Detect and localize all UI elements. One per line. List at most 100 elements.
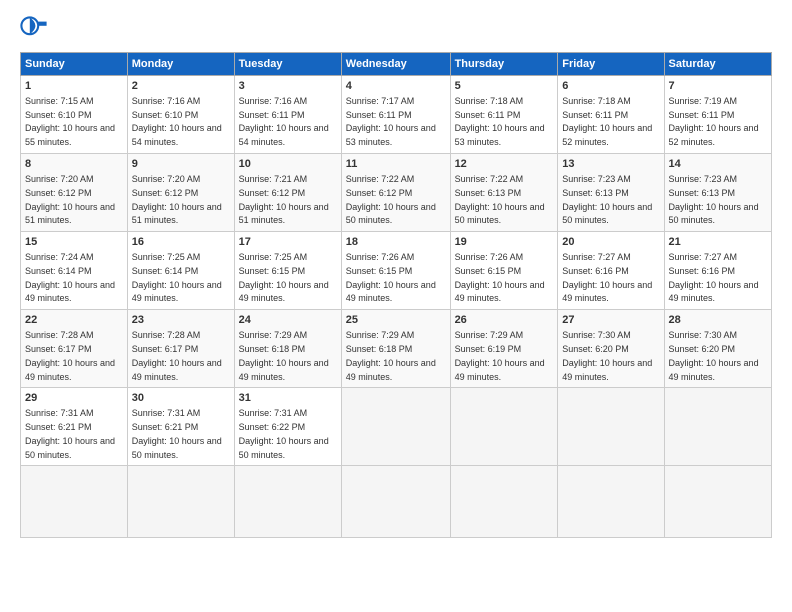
- day-info: Sunrise: 7:18 AMSunset: 6:11 PMDaylight:…: [455, 96, 545, 147]
- day-info: Sunrise: 7:19 AMSunset: 6:11 PMDaylight:…: [669, 96, 759, 147]
- day-cell-19: 19Sunrise: 7:26 AMSunset: 6:15 PMDayligh…: [450, 232, 558, 310]
- header: [20, 16, 772, 44]
- day-cell-26: 26Sunrise: 7:29 AMSunset: 6:19 PMDayligh…: [450, 310, 558, 388]
- weekday-header-monday: Monday: [127, 53, 234, 76]
- empty-cell: [450, 388, 558, 466]
- day-cell-13: 13Sunrise: 7:23 AMSunset: 6:13 PMDayligh…: [558, 154, 664, 232]
- weekday-row: SundayMondayTuesdayWednesdayThursdayFrid…: [21, 53, 772, 76]
- day-cell-1: 1Sunrise: 7:15 AMSunset: 6:10 PMDaylight…: [21, 76, 128, 154]
- day-info: Sunrise: 7:28 AMSunset: 6:17 PMDaylight:…: [25, 330, 115, 381]
- day-info: Sunrise: 7:29 AMSunset: 6:19 PMDaylight:…: [455, 330, 545, 381]
- day-info: Sunrise: 7:27 AMSunset: 6:16 PMDaylight:…: [562, 252, 652, 303]
- weekday-header-saturday: Saturday: [664, 53, 771, 76]
- day-number: 31: [239, 391, 337, 406]
- calendar-week-6: [21, 466, 772, 538]
- day-number: 29: [25, 391, 123, 406]
- day-cell-31: 31 Sunrise: 7:31 AMSunset: 6:22 PMDayligh…: [234, 388, 341, 466]
- day-info: Sunrise: 7:31 AMSunset: 6:21 PMDaylight:…: [25, 408, 115, 459]
- day-info: Sunrise: 7:20 AMSunset: 6:12 PMDaylight:…: [25, 174, 115, 225]
- day-cell-9: 9Sunrise: 7:20 AMSunset: 6:12 PMDaylight…: [127, 154, 234, 232]
- day-cell-23: 23 Sunrise: 7:28 AMSunset: 6:17 PMDayligh…: [127, 310, 234, 388]
- day-cell-7: 7 Sunrise: 7:19 AMSunset: 6:11 PMDaylight…: [664, 76, 771, 154]
- logo: [20, 16, 52, 44]
- day-cell-22: 22 Sunrise: 7:28 AMSunset: 6:17 PMDayligh…: [21, 310, 128, 388]
- day-info: Sunrise: 7:26 AMSunset: 6:15 PMDaylight:…: [346, 252, 436, 303]
- day-number: 30: [132, 391, 230, 406]
- day-cell-8: 8 Sunrise: 7:20 AMSunset: 6:12 PMDaylight…: [21, 154, 128, 232]
- empty-cell: [664, 466, 771, 538]
- day-number: 4: [346, 79, 446, 94]
- weekday-header-tuesday: Tuesday: [234, 53, 341, 76]
- day-number: 8: [25, 157, 123, 172]
- day-number: 5: [455, 79, 554, 94]
- day-number: 25: [346, 313, 446, 328]
- day-cell-30: 30 Sunrise: 7:31 AMSunset: 6:21 PMDayligh…: [127, 388, 234, 466]
- day-number: 2: [132, 79, 230, 94]
- day-number: 18: [346, 235, 446, 250]
- day-number: 3: [239, 79, 337, 94]
- day-info: Sunrise: 7:25 AMSunset: 6:15 PMDaylight:…: [239, 252, 329, 303]
- day-info: Sunrise: 7:31 AMSunset: 6:22 PMDaylight:…: [239, 408, 329, 459]
- day-number: 24: [239, 313, 337, 328]
- day-cell-18: 18 Sunrise: 7:26 AMSunset: 6:15 PMDayligh…: [341, 232, 450, 310]
- day-info: Sunrise: 7:22 AMSunset: 6:13 PMDaylight:…: [455, 174, 545, 225]
- day-cell-27: 27 Sunrise: 7:30 AMSunset: 6:20 PMDayligh…: [558, 310, 664, 388]
- day-cell-12: 12Sunrise: 7:22 AMSunset: 6:13 PMDayligh…: [450, 154, 558, 232]
- weekday-header-friday: Friday: [558, 53, 664, 76]
- day-number: 11: [346, 157, 446, 172]
- weekday-header-wednesday: Wednesday: [341, 53, 450, 76]
- day-cell-2: 2 Sunrise: 7:16 AMSunset: 6:10 PMDaylight…: [127, 76, 234, 154]
- day-cell-15: 15Sunrise: 7:24 AMSunset: 6:14 PMDayligh…: [21, 232, 128, 310]
- calendar-week-5: 29 Sunrise: 7:31 AMSunset: 6:21 PMDayligh…: [21, 388, 772, 466]
- weekday-header-thursday: Thursday: [450, 53, 558, 76]
- day-number: 6: [562, 79, 659, 94]
- day-info: Sunrise: 7:23 AMSunset: 6:13 PMDaylight:…: [562, 174, 652, 225]
- day-info: Sunrise: 7:22 AMSunset: 6:12 PMDaylight:…: [346, 174, 436, 225]
- day-info: Sunrise: 7:16 AMSunset: 6:10 PMDaylight:…: [132, 96, 222, 147]
- day-cell-3: 3Sunrise: 7:16 AMSunset: 6:11 PMDaylight…: [234, 76, 341, 154]
- day-cell-21: 21 Sunrise: 7:27 AMSunset: 6:16 PMDayligh…: [664, 232, 771, 310]
- day-number: 17: [239, 235, 337, 250]
- day-cell-29: 29 Sunrise: 7:31 AMSunset: 6:21 PMDayligh…: [21, 388, 128, 466]
- calendar-week-3: 15Sunrise: 7:24 AMSunset: 6:14 PMDayligh…: [21, 232, 772, 310]
- day-number: 9: [132, 157, 230, 172]
- weekday-header-sunday: Sunday: [21, 53, 128, 76]
- day-info: Sunrise: 7:31 AMSunset: 6:21 PMDaylight:…: [132, 408, 222, 459]
- day-info: Sunrise: 7:30 AMSunset: 6:20 PMDaylight:…: [669, 330, 759, 381]
- day-info: Sunrise: 7:27 AMSunset: 6:16 PMDaylight:…: [669, 252, 759, 303]
- day-number: 7: [669, 79, 767, 94]
- calendar-week-4: 22 Sunrise: 7:28 AMSunset: 6:17 PMDayligh…: [21, 310, 772, 388]
- logo-icon: [20, 16, 48, 44]
- day-info: Sunrise: 7:15 AMSunset: 6:10 PMDaylight:…: [25, 96, 115, 147]
- day-info: Sunrise: 7:17 AMSunset: 6:11 PMDaylight:…: [346, 96, 436, 147]
- day-info: Sunrise: 7:28 AMSunset: 6:17 PMDaylight:…: [132, 330, 222, 381]
- day-cell-16: 16Sunrise: 7:25 AMSunset: 6:14 PMDayligh…: [127, 232, 234, 310]
- day-info: Sunrise: 7:30 AMSunset: 6:20 PMDaylight:…: [562, 330, 652, 381]
- empty-cell: [234, 466, 341, 538]
- day-number: 21: [669, 235, 767, 250]
- day-cell-10: 10 Sunrise: 7:21 AMSunset: 6:12 PMDayligh…: [234, 154, 341, 232]
- empty-cell: [127, 466, 234, 538]
- day-number: 14: [669, 157, 767, 172]
- calendar-week-2: 8 Sunrise: 7:20 AMSunset: 6:12 PMDaylight…: [21, 154, 772, 232]
- day-info: Sunrise: 7:26 AMSunset: 6:15 PMDaylight:…: [455, 252, 545, 303]
- day-cell-4: 4 Sunrise: 7:17 AMSunset: 6:11 PMDaylight…: [341, 76, 450, 154]
- calendar-body: 1Sunrise: 7:15 AMSunset: 6:10 PMDaylight…: [21, 76, 772, 538]
- day-cell-24: 24 Sunrise: 7:29 AMSunset: 6:18 PMDayligh…: [234, 310, 341, 388]
- day-info: Sunrise: 7:29 AMSunset: 6:18 PMDaylight:…: [346, 330, 436, 381]
- day-number: 27: [562, 313, 659, 328]
- calendar-page: SundayMondayTuesdayWednesdayThursdayFrid…: [0, 0, 792, 612]
- empty-cell: [21, 466, 128, 538]
- day-cell-14: 14Sunrise: 7:23 AMSunset: 6:13 PMDayligh…: [664, 154, 771, 232]
- day-cell-11: 11 Sunrise: 7:22 AMSunset: 6:12 PMDayligh…: [341, 154, 450, 232]
- day-info: Sunrise: 7:29 AMSunset: 6:18 PMDaylight:…: [239, 330, 329, 381]
- day-number: 10: [239, 157, 337, 172]
- day-info: Sunrise: 7:24 AMSunset: 6:14 PMDaylight:…: [25, 252, 115, 303]
- day-number: 23: [132, 313, 230, 328]
- empty-cell: [664, 388, 771, 466]
- day-number: 22: [25, 313, 123, 328]
- calendar-table: SundayMondayTuesdayWednesdayThursdayFrid…: [20, 52, 772, 538]
- calendar-week-1: 1Sunrise: 7:15 AMSunset: 6:10 PMDaylight…: [21, 76, 772, 154]
- empty-cell: [341, 466, 450, 538]
- day-info: Sunrise: 7:21 AMSunset: 6:12 PMDaylight:…: [239, 174, 329, 225]
